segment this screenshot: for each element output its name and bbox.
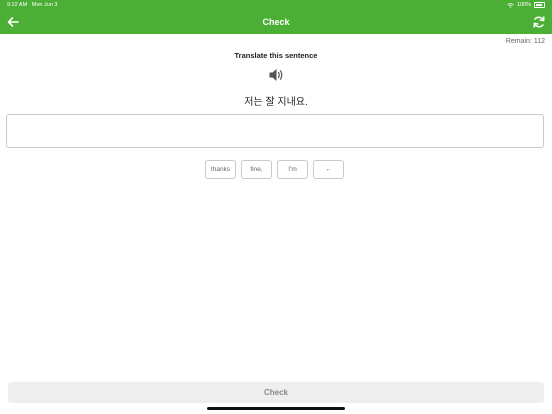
- word-bank: thanks fine, I'm ←: [205, 160, 344, 179]
- battery-icon: [534, 2, 545, 8]
- refresh-icon[interactable]: [531, 14, 547, 30]
- instruction-text: Translate this sentence: [234, 51, 318, 60]
- header-bar: 9:22 AM Mon Jun 3 100% Check: [0, 0, 552, 34]
- word-chip-fine[interactable]: fine,: [241, 160, 272, 179]
- status-bar: 9:22 AM Mon Jun 3 100%: [0, 0, 552, 11]
- remain-counter: Remain: 112: [505, 38, 545, 45]
- word-chip-im[interactable]: I'm: [277, 160, 308, 179]
- speaker-icon[interactable]: [268, 67, 284, 83]
- answer-input[interactable]: [7, 115, 543, 147]
- battery-percent: 100%: [516, 2, 531, 8]
- answer-field[interactable]: [6, 114, 544, 148]
- page-title: Check: [262, 17, 290, 27]
- wifi-icon: [507, 2, 514, 8]
- backspace-chip[interactable]: ←: [313, 160, 344, 179]
- home-indicator: [207, 407, 345, 410]
- status-date: Mon Jun 3: [31, 2, 58, 8]
- word-chip-thanks[interactable]: thanks: [205, 160, 236, 179]
- status-time: 9:22 AM: [7, 2, 28, 8]
- source-sentence: 저는 잘 지내요.: [244, 97, 308, 108]
- check-button[interactable]: Check: [8, 382, 544, 403]
